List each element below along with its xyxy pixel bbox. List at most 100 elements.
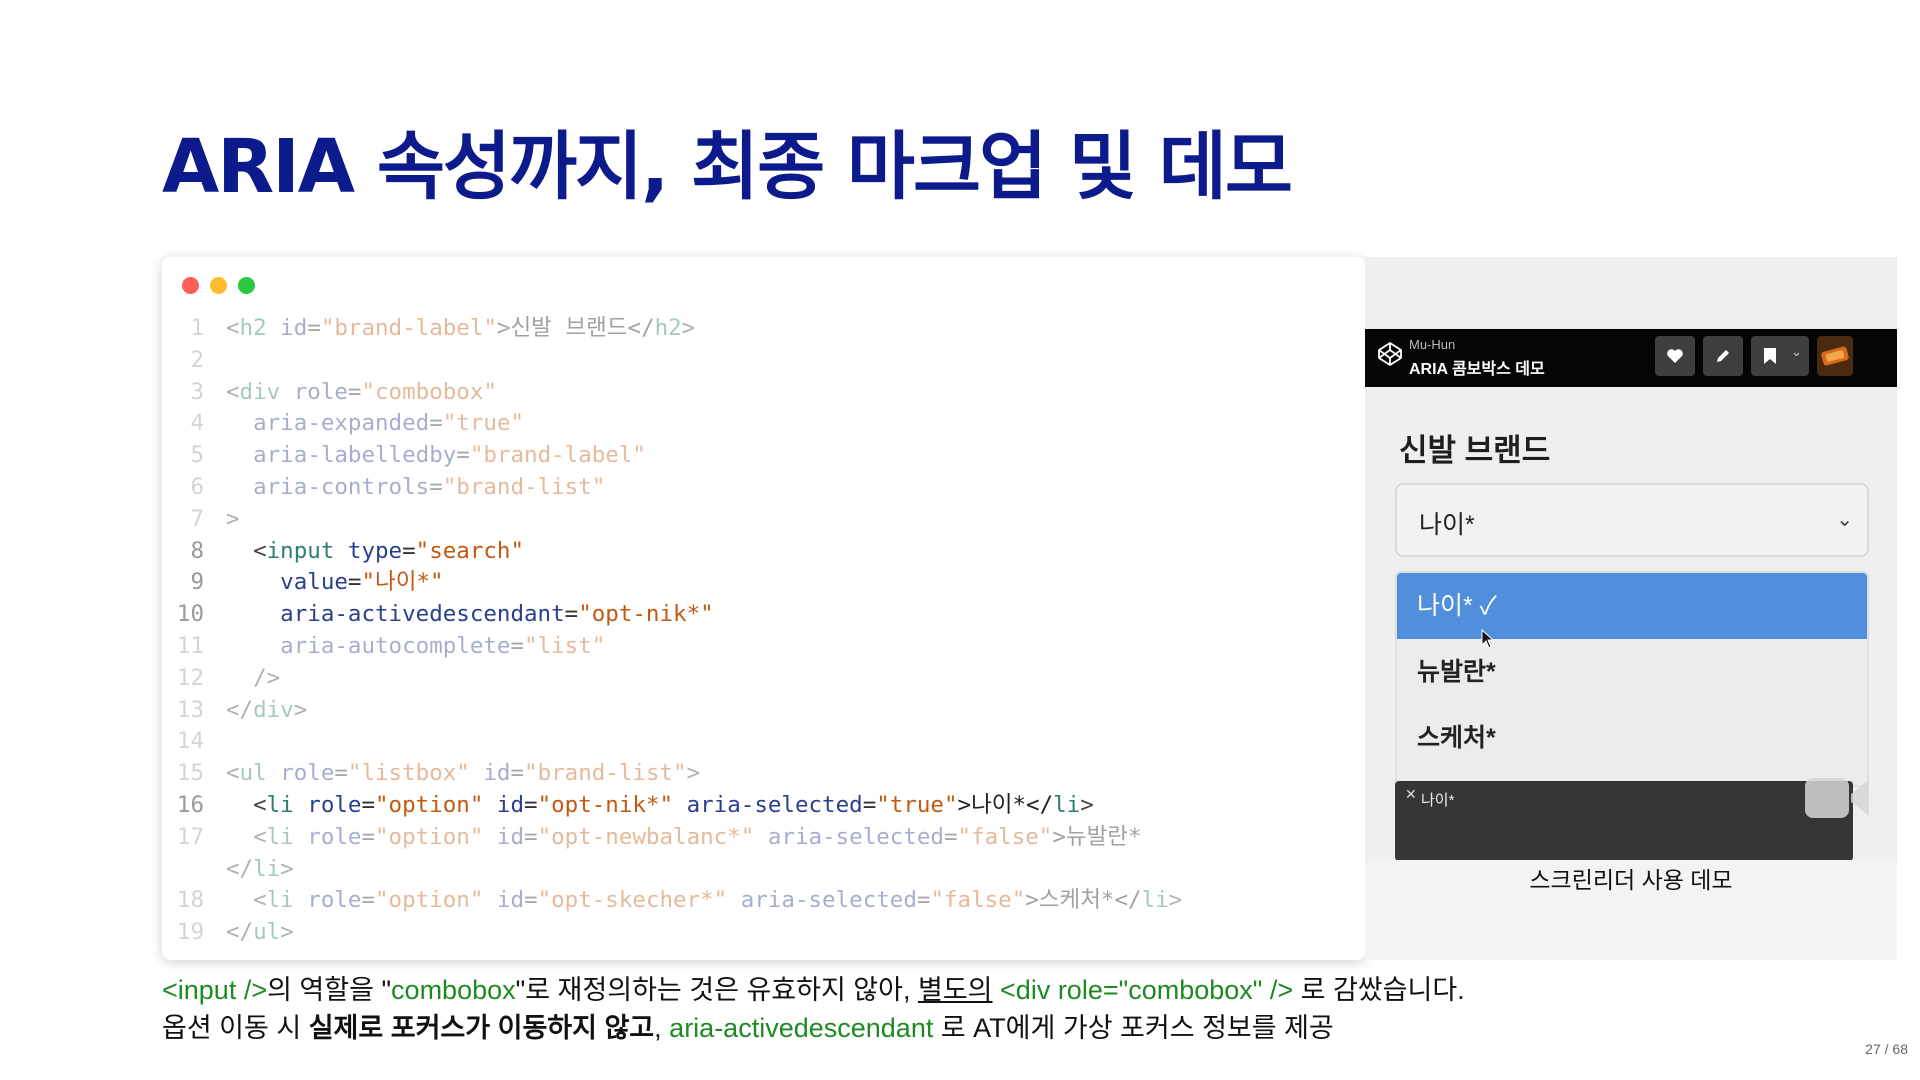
code-token: "listbox" <box>347 760 470 787</box>
code-token: role <box>280 378 348 405</box>
code-line: 1 <h2 id="brand-label">신발 브랜드</h2> <box>162 313 1365 345</box>
code-token: > <box>1168 887 1183 914</box>
line-number: 3 <box>190 378 204 405</box>
note-text: , <box>654 1013 670 1043</box>
code-token: > <box>686 760 701 787</box>
chevron-down-icon[interactable]: ⌄ <box>1836 507 1853 531</box>
line-number: 5 <box>190 442 204 469</box>
code-token: > <box>681 315 696 341</box>
line-number: 15 <box>176 760 204 787</box>
page-number: 27 / 68 <box>1865 1041 1908 1057</box>
code-token: aria-controls <box>226 473 430 500</box>
code-text: value="나이*" <box>204 567 443 599</box>
code-line: </li> <box>162 854 1365 886</box>
code-token: "option" <box>375 887 484 914</box>
bookmark-button[interactable]: ⌄ <box>1751 336 1809 376</box>
code-token: < <box>226 315 240 341</box>
code-text: <input type="search" <box>204 536 524 568</box>
code-token: "brand-label" <box>320 315 497 341</box>
code-token: > <box>293 696 308 723</box>
code-token: aria-expanded <box>226 410 430 437</box>
code-token: "brand-list" <box>524 760 687 787</box>
code-token: = <box>361 791 376 818</box>
code-token: li <box>1053 791 1081 818</box>
code-token: >나이*</ <box>957 791 1054 818</box>
note-underlined: 별도의 <box>917 975 993 1005</box>
combobox-input[interactable]: 나이* ⌄ <box>1395 483 1869 557</box>
code-token: > <box>280 919 294 946</box>
screen-reader-output: ✕ 나이* <box>1395 781 1853 861</box>
code-token: role <box>266 760 335 787</box>
code-text: </div> <box>204 695 307 727</box>
code-line: 15 <ul role="listbox" id="brand-list"> <box>162 758 1365 790</box>
note-code-combobox: combobox <box>391 975 516 1005</box>
note-text: 로 AT에게 가상 포커스 정보를 제공 <box>933 1013 1334 1043</box>
pen-header: Mu-Hun ARIA 콤보박스 데모 ⌄ <box>1365 329 1897 387</box>
code-token: "true" <box>876 791 958 818</box>
code-token: = <box>347 378 362 405</box>
code-token: id <box>483 887 525 914</box>
code-token: "false" <box>957 823 1053 850</box>
screen-reader-text: 나이* <box>1421 792 1455 809</box>
heart-icon <box>1667 349 1683 363</box>
code-line: 12 /> <box>162 663 1365 695</box>
note-text: "로 재정의하는 것은 유효하지 않아, <box>515 975 918 1005</box>
code-token: aria-autocomplete <box>226 632 511 659</box>
code-line: 16 <li role="option" id="opt-nik*" aria-… <box>162 790 1365 822</box>
option-skechers[interactable]: 스케처* <box>1397 705 1867 771</box>
code-text: </li> <box>204 854 294 886</box>
avatar-image-icon <box>1821 346 1849 366</box>
line-number: 6 <box>190 473 204 500</box>
line-number: 13 <box>176 696 204 723</box>
code-token: </ <box>226 855 254 882</box>
code-token: role <box>293 791 362 818</box>
code-token: </ <box>226 696 254 723</box>
code-token: = <box>334 760 348 787</box>
camera-icon <box>1805 778 1869 818</box>
note-text <box>993 975 1001 1005</box>
slide-title: ARIA 속성까지, 최종 마크업 및 데모 <box>162 124 1293 210</box>
note-text: 옵션 이동 시 <box>162 1013 309 1043</box>
code-token: aria-activedescendant <box>226 601 565 628</box>
code-window: 1 <h2 id="brand-label">신발 브랜드</h2> 2 3 <div … <box>162 257 1365 960</box>
code-token: div <box>239 378 281 405</box>
code-line: 11 aria-autocomplete="list" <box>162 631 1365 663</box>
code-text: aria-controls="brand-list" <box>204 472 605 504</box>
line-number: 17 <box>176 823 204 850</box>
close-dot-icon <box>182 277 199 294</box>
code-token: < <box>226 378 240 405</box>
note-code-div: <div role="combobox" /> <box>1000 975 1294 1005</box>
code-token: id <box>483 791 525 818</box>
code-token: li <box>253 855 281 882</box>
option-newbalance[interactable]: 뉴발란* <box>1397 639 1867 705</box>
like-button[interactable] <box>1655 336 1695 376</box>
code-token: < <box>226 537 267 564</box>
code-line: 14 <box>162 726 1365 758</box>
code-token: < <box>226 823 267 850</box>
code-token: aria-selected <box>754 823 944 850</box>
code-token: li <box>266 823 294 850</box>
edit-button[interactable] <box>1703 336 1743 376</box>
option-nike[interactable]: 나이* ✓ <box>1397 573 1867 639</box>
code-token: aria-selected <box>727 887 917 914</box>
code-token: aria-selected <box>673 791 863 818</box>
mouse-cursor-icon <box>1481 629 1495 649</box>
code-token: ul <box>239 760 267 787</box>
code-token: "opt-nik*" <box>537 791 674 818</box>
close-icon[interactable]: ✕ <box>1405 787 1417 803</box>
code-token: = <box>347 569 362 596</box>
code-token: = <box>510 632 525 659</box>
code-token: "option" <box>375 791 484 818</box>
code-token: "opt-newbalanc*" <box>537 823 755 850</box>
demo-caption: 스크린리더 사용 데모 <box>1529 867 1733 893</box>
code-block: 1 <h2 id="brand-label">신발 브랜드</h2> 2 3 <div … <box>162 313 1365 949</box>
line-number: 9 <box>190 569 204 596</box>
code-token: role <box>293 887 362 914</box>
code-line: 5 aria-labelledby="brand-label" <box>162 440 1365 472</box>
code-token: role <box>293 823 362 850</box>
code-token: value <box>226 569 348 596</box>
demo-panel: Mu-Hun ARIA 콤보박스 데모 ⌄ 신발 브랜드 나이* ⌄ 나이* ✓… <box>1365 257 1897 960</box>
code-token: = <box>456 442 470 469</box>
user-avatar[interactable] <box>1817 336 1853 376</box>
line-number: 19 <box>176 919 204 946</box>
